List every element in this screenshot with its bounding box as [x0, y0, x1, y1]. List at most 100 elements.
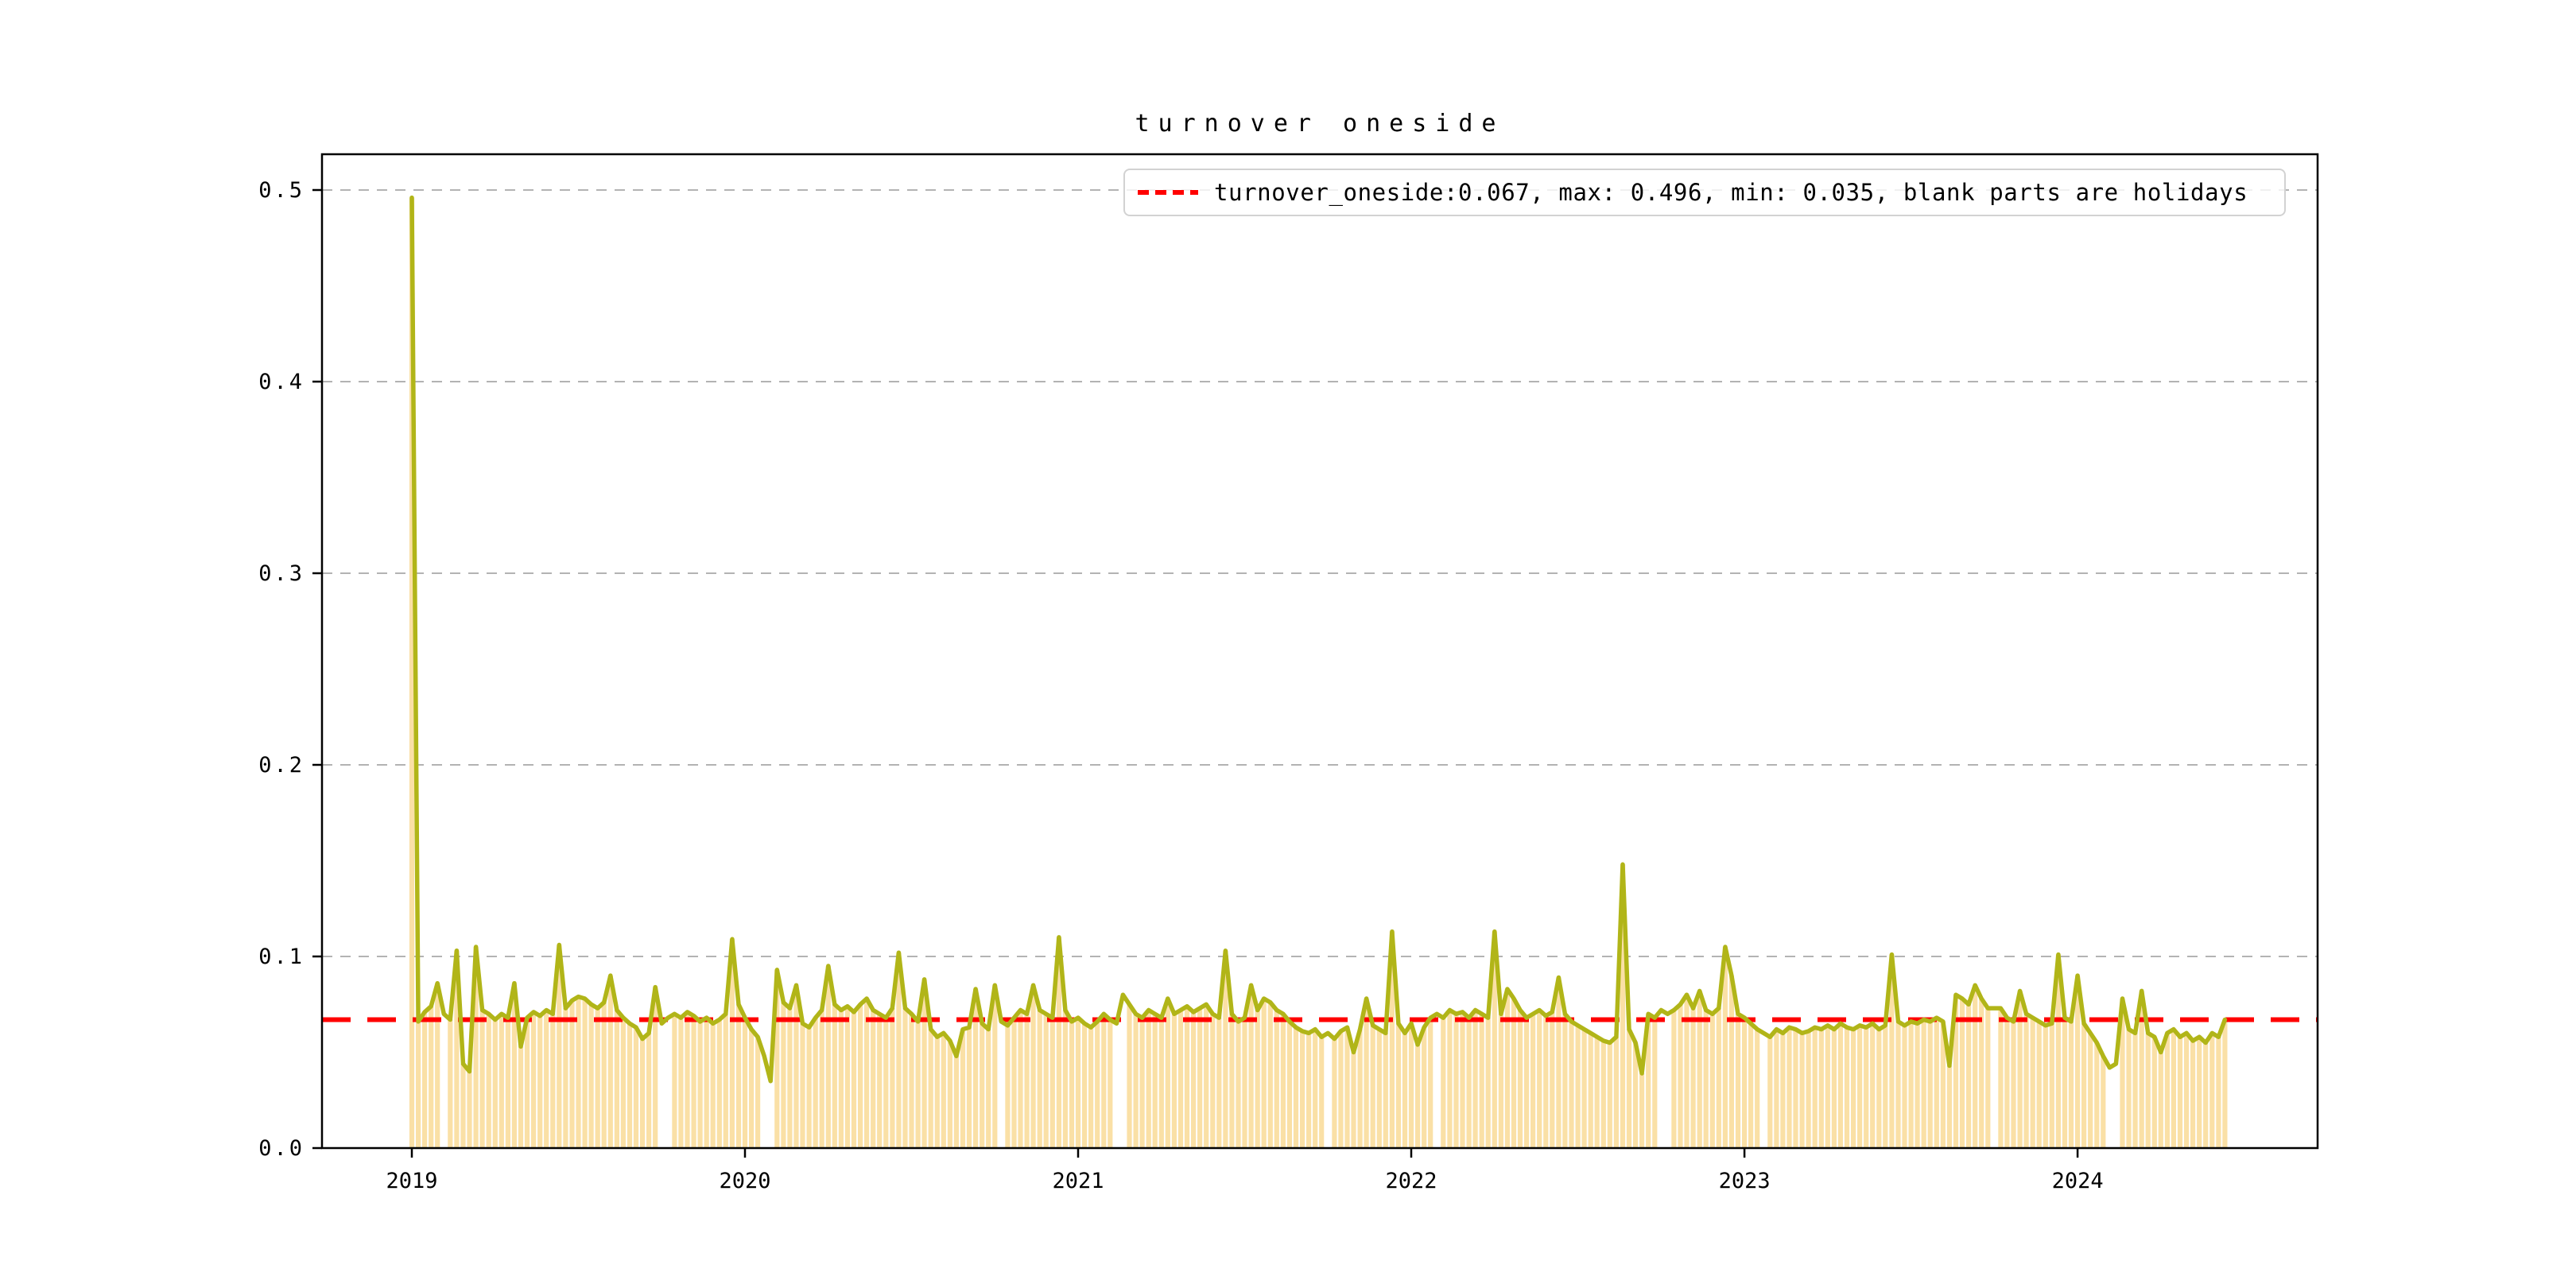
- holiday-bar: [1569, 1021, 1574, 1148]
- holiday-bar: [691, 1015, 696, 1148]
- holiday-bar: [2203, 1042, 2209, 1148]
- x-tick-label: 2020: [719, 1169, 770, 1193]
- holiday-bar: [941, 1033, 946, 1148]
- holiday-bar: [1108, 1019, 1113, 1148]
- holiday-bar: [832, 1004, 837, 1149]
- holiday-bar: [1626, 1029, 1632, 1148]
- holiday-bar: [1857, 1025, 1863, 1148]
- holiday-bar: [1197, 1008, 1203, 1148]
- holiday-bar: [1376, 1029, 1382, 1148]
- holiday-bar: [2004, 1018, 2010, 1148]
- holiday-bar: [1472, 1010, 1478, 1148]
- holiday-bar: [2151, 1037, 2157, 1148]
- holiday-bar: [1018, 1010, 1023, 1148]
- holiday-bar: [2177, 1037, 2183, 1148]
- holiday-bar: [1229, 1014, 1235, 1148]
- holiday-bar: [1787, 1027, 1792, 1148]
- holiday-bar: [2017, 991, 2023, 1148]
- holiday-bar: [1594, 1037, 1600, 1148]
- turnover-line-group: [409, 195, 2228, 1084]
- x-tick-label: 2022: [1385, 1169, 1437, 1193]
- holiday-bar: [550, 1014, 556, 1148]
- holiday-bar: [582, 999, 588, 1148]
- holiday-bar: [1742, 1018, 1748, 1148]
- holiday-bar: [1293, 1027, 1299, 1148]
- legend-dashed-line-icon: [1138, 190, 1198, 195]
- holiday-bar: [781, 1002, 786, 1148]
- holiday-bar: [640, 1038, 646, 1148]
- holiday-bar: [1415, 1044, 1421, 1148]
- holiday-bar: [2216, 1037, 2221, 1148]
- holiday-bar: [1370, 1025, 1375, 1148]
- holiday-bar: [2197, 1037, 2202, 1148]
- holiday-bar: [2036, 1021, 2042, 1148]
- holiday-bar: [704, 1018, 709, 1148]
- holiday-bar: [435, 983, 440, 1148]
- holiday-bar: [953, 1056, 959, 1148]
- holiday-bar: [1408, 1023, 1414, 1148]
- holiday-bar: [1479, 1014, 1484, 1148]
- holiday-bar: [1485, 1018, 1491, 1148]
- holiday-bar: [595, 1008, 600, 1148]
- holiday-bar: [1280, 1014, 1286, 1148]
- x-tick-label: 2021: [1052, 1169, 1104, 1193]
- y-tick-label: 0.3: [258, 561, 305, 586]
- holiday-bar: [1242, 1018, 1247, 1148]
- holiday-bar: [1453, 1014, 1459, 1148]
- holiday-bar: [1146, 1010, 1151, 1148]
- holiday-bar: [851, 1011, 857, 1148]
- holiday-bar: [1973, 985, 1978, 1148]
- holiday-bar: [1216, 1018, 1222, 1148]
- holiday-bar: [646, 1033, 652, 1148]
- holiday-bar: [416, 1021, 421, 1148]
- holiday-bar: [486, 1014, 491, 1148]
- holiday-bar: [1210, 1014, 1216, 1148]
- holiday-bar: [1690, 1008, 1696, 1148]
- holiday-bar: [1876, 1029, 1882, 1148]
- holiday-bar: [1286, 1021, 1292, 1148]
- holiday-bar: [742, 1018, 748, 1148]
- holiday-bar: [723, 1014, 728, 1148]
- y-tick-label: 0.1: [258, 945, 305, 969]
- holiday-bar: [672, 1014, 677, 1148]
- holiday-bar: [973, 989, 979, 1148]
- holiday-bar: [499, 1014, 504, 1148]
- holiday-bar: [685, 1011, 690, 1148]
- y-tick-label: 0.4: [258, 370, 305, 394]
- holiday-bar: [1581, 1029, 1587, 1148]
- holiday-bar: [1530, 1014, 1536, 1148]
- holiday-bar: [1870, 1023, 1876, 1148]
- holiday-bar: [1069, 1021, 1075, 1148]
- holiday-bar: [1504, 989, 1510, 1148]
- legend: turnover_oneside:0.067, max: 0.496, min:…: [1123, 169, 2286, 216]
- holiday-bar: [947, 1041, 952, 1148]
- holiday-bar: [1300, 1031, 1305, 1148]
- holiday-bar: [966, 1027, 972, 1148]
- holiday-bar: [1248, 985, 1254, 1148]
- holiday-bar: [1030, 985, 1036, 1148]
- y-tick-label: 0.2: [258, 753, 305, 778]
- x-tick-label: 2019: [386, 1169, 437, 1193]
- holiday-bar: [1011, 1018, 1017, 1148]
- holiday-bar: [2023, 1014, 2029, 1148]
- holiday-bar: [1921, 1019, 1926, 1148]
- holiday-bar: [1946, 1065, 1952, 1148]
- holiday-bar: [1543, 1015, 1549, 1148]
- holiday-bar: [1556, 977, 1562, 1148]
- holiday-bar: [2011, 1021, 2016, 1148]
- holiday-bar: [1678, 1004, 1683, 1149]
- holiday-bar: [1127, 1004, 1132, 1149]
- legend-label: turnover_oneside:0.067, max: 0.496, min:…: [1214, 179, 2248, 206]
- holiday-bar: [448, 1019, 453, 1148]
- holiday-bar: [1082, 1023, 1088, 1148]
- holiday-bar: [614, 1010, 619, 1148]
- holiday-bar: [2126, 1029, 2132, 1148]
- holiday-bar: [531, 1011, 537, 1148]
- holiday-bar: [787, 1008, 793, 1148]
- holiday-bar: [1915, 1023, 1920, 1148]
- holiday-bar: [2088, 1033, 2093, 1148]
- holiday-bar: [806, 1027, 812, 1148]
- holiday-bar: [537, 1015, 543, 1148]
- holiday-bar: [1313, 1029, 1318, 1148]
- holiday-bar: [1422, 1027, 1427, 1148]
